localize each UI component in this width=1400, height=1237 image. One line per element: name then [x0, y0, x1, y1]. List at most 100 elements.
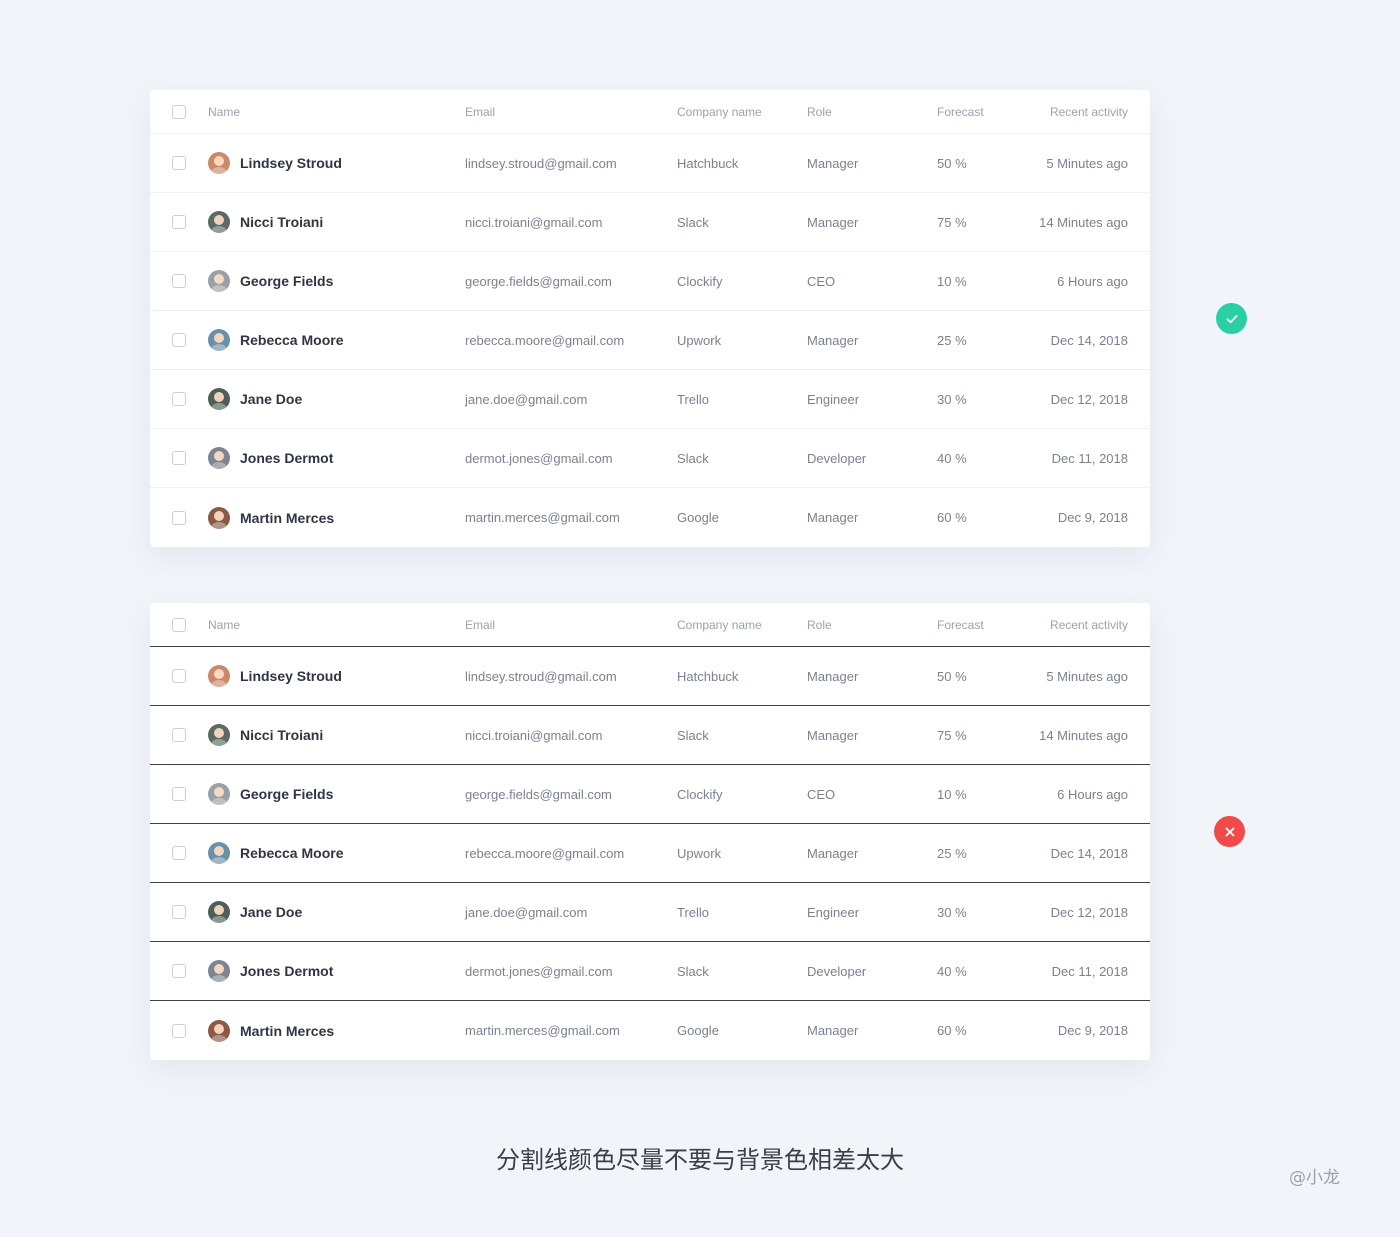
- table-body: Lindsey Stroud lindsey.stroud@gmail.com Ha…: [150, 647, 1150, 1060]
- table-row[interactable]: Martin Merces martin.merces@gmail.com Goog…: [150, 1001, 1150, 1060]
- recent-activity-cell: Dec 12, 2018: [1050, 904, 1128, 920]
- row-checkbox[interactable]: [172, 964, 186, 978]
- table-row[interactable]: George Fields george.fields@gmail.com Cloc…: [150, 765, 1150, 824]
- header-email[interactable]: Email: [465, 603, 665, 646]
- header-role[interactable]: Role: [807, 603, 927, 646]
- row-checkbox[interactable]: [172, 274, 186, 288]
- avatar: [208, 960, 230, 982]
- person-name[interactable]: Lindsey Stroud: [240, 668, 342, 684]
- table-row[interactable]: George Fields george.fields@gmail.com Cloc…: [150, 252, 1150, 311]
- email-cell: rebecca.moore@gmail.com: [465, 332, 625, 348]
- row-checkbox[interactable]: [172, 392, 186, 406]
- recent-activity-cell: 5 Minutes ago: [1046, 668, 1128, 684]
- email-cell: nicci.troiani@gmail.com: [465, 214, 603, 230]
- person-name[interactable]: George Fields: [240, 273, 333, 289]
- person-name[interactable]: George Fields: [240, 786, 333, 802]
- row-checkbox[interactable]: [172, 905, 186, 919]
- company-cell: Google: [677, 1023, 719, 1038]
- person-name[interactable]: Nicci Troiani: [240, 727, 323, 743]
- table-row[interactable]: Jones Dermot dermot.jones@gmail.com Slack D…: [150, 429, 1150, 488]
- table-row[interactable]: Nicci Troiani nicci.troiani@gmail.com Slac…: [150, 193, 1150, 252]
- email-cell: rebecca.moore@gmail.com: [465, 845, 625, 861]
- row-checkbox[interactable]: [172, 669, 186, 683]
- header-role[interactable]: Role: [807, 90, 927, 133]
- recent-activity-cell: 6 Hours ago: [1057, 786, 1128, 802]
- recent-activity-cell: Dec 11, 2018: [1051, 963, 1128, 979]
- company-cell: Trello: [677, 904, 710, 920]
- row-checkbox[interactable]: [172, 333, 186, 347]
- row-checkbox[interactable]: [172, 156, 186, 170]
- table-row[interactable]: Jane Doe jane.doe@gmail.com Trello Engineer…: [150, 883, 1150, 942]
- person-name[interactable]: Nicci Troiani: [240, 214, 323, 230]
- recent-activity-cell: Dec 9, 2018: [1057, 510, 1128, 525]
- row-checkbox[interactable]: [172, 215, 186, 229]
- header-name[interactable]: Name: [208, 90, 448, 133]
- company-cell: Clockify: [677, 273, 723, 289]
- person-name[interactable]: Martin Merces: [240, 510, 334, 526]
- avatar: [208, 329, 230, 351]
- header-recent-activity[interactable]: Recent activity: [988, 603, 1128, 646]
- avatar: [208, 388, 230, 410]
- row-checkbox[interactable]: [172, 846, 186, 860]
- page: Name Email Company name Role Forecast Re…: [0, 0, 1400, 1237]
- recent-activity-cell: Dec 14, 2018: [1050, 332, 1128, 348]
- recent-activity-cell: Dec 9, 2018: [1057, 1023, 1128, 1038]
- company-cell: Upwork: [677, 845, 722, 861]
- email-cell: nicci.troiani@gmail.com: [465, 727, 603, 743]
- row-checkbox[interactable]: [172, 728, 186, 742]
- table-row[interactable]: Rebecca Moore rebecca.moore@gmail.com Upwo…: [150, 824, 1150, 883]
- email-cell: martin.merces@gmail.com: [465, 510, 620, 525]
- person-name[interactable]: Lindsey Stroud: [240, 155, 342, 171]
- person-name[interactable]: Martin Merces: [240, 1023, 334, 1039]
- close-icon: [1214, 816, 1245, 847]
- email-cell: dermot.jones@gmail.com: [465, 963, 613, 979]
- company-cell: Slack: [677, 963, 709, 979]
- row-checkbox[interactable]: [172, 787, 186, 801]
- email-cell: george.fields@gmail.com: [465, 273, 612, 289]
- table-body: Lindsey Stroud lindsey.stroud@gmail.com Ha…: [150, 134, 1150, 547]
- recent-activity-cell: 5 Minutes ago: [1046, 155, 1128, 171]
- avatar: [208, 901, 230, 923]
- header-company[interactable]: Company name: [677, 90, 797, 133]
- role-cell: Manager: [807, 155, 859, 171]
- person-name[interactable]: Jane Doe: [240, 391, 302, 407]
- header-recent-activity[interactable]: Recent activity: [988, 90, 1128, 133]
- table-row[interactable]: Lindsey Stroud lindsey.stroud@gmail.com Ha…: [150, 647, 1150, 706]
- header-email[interactable]: Email: [465, 90, 665, 133]
- table-header: Name Email Company name Role Forecast Re…: [150, 90, 1150, 134]
- table-row[interactable]: Jones Dermot dermot.jones@gmail.com Slack D…: [150, 942, 1150, 1001]
- table-row[interactable]: Jane Doe jane.doe@gmail.com Trello Engineer…: [150, 370, 1150, 429]
- table-row[interactable]: Rebecca Moore rebecca.moore@gmail.com Upwo…: [150, 311, 1150, 370]
- person-name[interactable]: Jones Dermot: [240, 450, 333, 466]
- table-row[interactable]: Martin Merces martin.merces@gmail.com Goog…: [150, 488, 1150, 547]
- table-header: Name Email Company name Role Forecast Re…: [150, 603, 1150, 647]
- person-name[interactable]: Jones Dermot: [240, 963, 333, 979]
- recent-activity-cell: 14 Minutes ago: [1039, 214, 1128, 230]
- row-checkbox[interactable]: [172, 1023, 186, 1038]
- avatar: [208, 270, 230, 292]
- select-all-checkbox[interactable]: [172, 617, 186, 632]
- table-row[interactable]: Nicci Troiani nicci.troiani@gmail.com Slac…: [150, 706, 1150, 765]
- select-all-checkbox[interactable]: [172, 104, 186, 119]
- row-checkbox[interactable]: [172, 451, 186, 465]
- person-name[interactable]: Jane Doe: [240, 904, 302, 920]
- person-name[interactable]: Rebecca Moore: [240, 845, 343, 861]
- role-cell: Manager: [807, 214, 859, 230]
- person-name[interactable]: Rebecca Moore: [240, 332, 343, 348]
- recent-activity-cell: Dec 14, 2018: [1050, 845, 1128, 861]
- avatar: [208, 1019, 230, 1042]
- company-cell: Slack: [677, 450, 709, 466]
- header-name[interactable]: Name: [208, 603, 448, 646]
- email-cell: lindsey.stroud@gmail.com: [465, 155, 617, 171]
- recent-activity-cell: Dec 11, 2018: [1051, 450, 1128, 466]
- role-cell: Engineer: [807, 391, 860, 407]
- email-cell: jane.doe@gmail.com: [465, 904, 588, 920]
- row-checkbox[interactable]: [172, 510, 186, 525]
- company-cell: Clockify: [677, 786, 723, 802]
- email-cell: martin.merces@gmail.com: [465, 1023, 620, 1038]
- email-cell: george.fields@gmail.com: [465, 786, 612, 802]
- table-bad-example: Name Email Company name Role Forecast Re…: [150, 603, 1150, 1060]
- role-cell: Manager: [807, 332, 859, 348]
- header-company[interactable]: Company name: [677, 603, 797, 646]
- table-row[interactable]: Lindsey Stroud lindsey.stroud@gmail.com Ha…: [150, 134, 1150, 193]
